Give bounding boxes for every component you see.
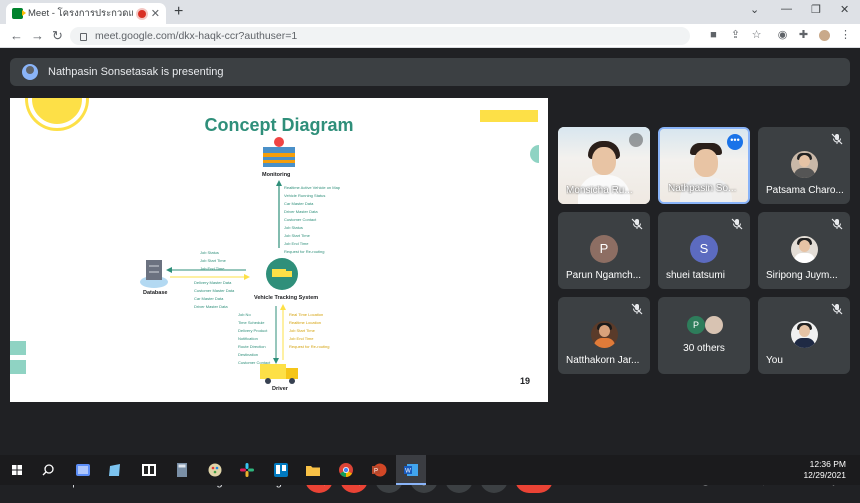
- participant-initial-avatar: S: [690, 235, 718, 263]
- menu-kebab-icon[interactable]: ⋮: [840, 30, 851, 41]
- system-clock[interactable]: 12:36 PM 12/29/2021: [803, 459, 846, 481]
- participant-initial-avatar: P: [687, 316, 705, 334]
- mic-off-icon: [631, 303, 643, 315]
- participant-name: You: [766, 355, 783, 366]
- presenter-banner: Nathpasin Sonsetasak is presenting: [10, 58, 850, 86]
- database-out-items: Delivery Master Data Customer Master Dat…: [194, 280, 235, 309]
- database-in-items: Job Status Job Start Time Job End Time: [200, 250, 226, 271]
- participant-name: Natthakorn Jar...: [566, 355, 640, 366]
- participant-photo: [705, 316, 723, 334]
- participant-tile[interactable]: Siripong Juym...: [758, 212, 850, 289]
- self-tile[interactable]: You: [758, 297, 850, 374]
- close-tab-icon[interactable]: ✕: [151, 7, 160, 20]
- paint-app-icon[interactable]: [206, 461, 224, 479]
- share-icon[interactable]: ⇪: [730, 30, 741, 41]
- participant-name: Parun Ngamch...: [566, 270, 642, 281]
- back-arrow-icon[interactable]: ←: [10, 28, 23, 43]
- database-label: Database: [143, 290, 168, 296]
- powerpoint-app-icon[interactable]: P: [370, 461, 388, 479]
- tab-search-icon[interactable]: ⌄: [750, 3, 759, 16]
- driver-out-items: Job No Time Schedule Delivery Product No…: [238, 312, 271, 365]
- participant-name: Patsama Charo...: [766, 185, 844, 196]
- search-icon[interactable]: [39, 461, 57, 479]
- clock-time: 12:36 PM: [809, 459, 846, 469]
- monitoring-items: Realtime Active Vehicle on Map Vehicle R…: [284, 185, 341, 254]
- driver-label: Driver: [272, 386, 288, 392]
- presented-slide: Concept Diagram Monitoring Database Vehi…: [10, 98, 548, 402]
- reader-app-icon[interactable]: [140, 461, 158, 479]
- presenter-avatar: [22, 64, 38, 80]
- url-text: meet.google.com/dkx-haqk-ccr?authuser=1: [95, 30, 298, 42]
- file-explorer-icon[interactable]: [304, 461, 322, 479]
- participant-tile[interactable]: S shuei tatsumi: [658, 212, 750, 289]
- svg-text:W: W: [405, 469, 411, 475]
- slack-app-icon[interactable]: [238, 461, 256, 479]
- mic-off-icon: [629, 133, 643, 147]
- mic-off-icon: [831, 218, 843, 230]
- database-icon: [140, 260, 168, 288]
- mic-off-icon: [731, 218, 743, 230]
- browser-tab-strip: Meet - โครงการประกวดแข่งขัน ✕ + ⌄ — ❐ ✕: [0, 0, 860, 24]
- meet-favicon-icon: [12, 8, 26, 19]
- screenshot-camera-icon[interactable]: ◉: [777, 30, 788, 41]
- svg-text:P: P: [374, 469, 378, 475]
- driver-truck-icon: [260, 364, 298, 384]
- tab-title: Meet - โครงการประกวดแข่งขัน: [28, 8, 133, 19]
- driver-in-items: Real Time Location Realtime Location Job…: [289, 312, 330, 349]
- store-app-icon[interactable]: [106, 461, 124, 479]
- mic-off-icon: [631, 218, 643, 230]
- recording-icon: [137, 9, 146, 18]
- participant-name: Siripong Juym...: [766, 270, 838, 281]
- meet-stage: Nathpasin Sonsetasak is presenting Conce…: [0, 48, 860, 493]
- presenter-banner-text: Nathpasin Sonsetasak is presenting: [48, 66, 224, 78]
- participant-tile[interactable]: Monsicha Ru...: [558, 127, 650, 204]
- chrome-browser-icon[interactable]: [337, 461, 355, 479]
- vehicle-tracking-icon: [266, 258, 298, 290]
- participant-tile-speaking[interactable]: ••• Nathpasin So...: [658, 127, 750, 204]
- photos-app-icon[interactable]: [74, 461, 92, 479]
- mic-off-icon: [831, 303, 843, 315]
- lock-icon: [80, 33, 87, 41]
- participant-photo: [791, 151, 818, 178]
- monitoring-icon: [263, 137, 295, 167]
- bookmark-star-icon[interactable]: ☆: [751, 30, 762, 41]
- monitoring-label: Monitoring: [262, 172, 291, 178]
- participant-group-tile[interactable]: P 30 others: [658, 297, 750, 374]
- participant-name: Monsicha Ru...: [566, 185, 633, 196]
- close-window-button[interactable]: ✕: [840, 3, 849, 16]
- participant-name: Nathpasin So...: [668, 183, 737, 194]
- vehicle-tracking-label: Vehicle Tracking System: [254, 295, 319, 301]
- windows-taskbar: P W 12:36 PM 12/29/2021: [0, 455, 860, 485]
- word-app-icon: W: [404, 464, 418, 476]
- participant-photo: [591, 321, 618, 348]
- clock-date: 12/29/2021: [803, 470, 846, 480]
- participant-initial-avatar: P: [590, 235, 618, 263]
- windows-start-icon[interactable]: [8, 461, 26, 479]
- forward-arrow-icon[interactable]: →: [31, 28, 44, 43]
- active-taskbar-item[interactable]: W: [396, 455, 426, 485]
- camera-in-use-icon[interactable]: ■: [708, 30, 719, 41]
- extensions-puzzle-icon[interactable]: ✚: [798, 30, 809, 41]
- participant-photo: [791, 321, 818, 348]
- new-tab-button[interactable]: +: [174, 3, 183, 21]
- more-options-icon[interactable]: •••: [727, 134, 743, 150]
- others-count-label: 30 others: [683, 343, 725, 354]
- slide-page-number: 19: [520, 376, 531, 386]
- participant-tile[interactable]: Natthakorn Jar...: [558, 297, 650, 374]
- address-toolbar: ← → ↻ meet.google.com/dkx-haqk-ccr?authu…: [0, 24, 860, 48]
- mic-off-icon: [831, 133, 843, 145]
- omnibox[interactable]: meet.google.com/dkx-haqk-ccr?authuser=1: [70, 27, 690, 45]
- trello-app-icon[interactable]: [272, 461, 290, 479]
- minimize-button[interactable]: —: [781, 3, 792, 15]
- participant-tile[interactable]: Patsama Charo...: [758, 127, 850, 204]
- participant-tile[interactable]: P Parun Ngamch...: [558, 212, 650, 289]
- browser-tab[interactable]: Meet - โครงการประกวดแข่งขัน ✕: [6, 3, 166, 24]
- reload-icon[interactable]: ↻: [52, 28, 63, 44]
- profile-avatar[interactable]: [819, 30, 830, 41]
- concept-diagram: [140, 137, 298, 384]
- participant-photo: [791, 236, 818, 263]
- maximize-button[interactable]: ❐: [811, 3, 821, 16]
- calculator-app-icon[interactable]: [173, 461, 191, 479]
- participant-name: shuei tatsumi: [666, 270, 725, 281]
